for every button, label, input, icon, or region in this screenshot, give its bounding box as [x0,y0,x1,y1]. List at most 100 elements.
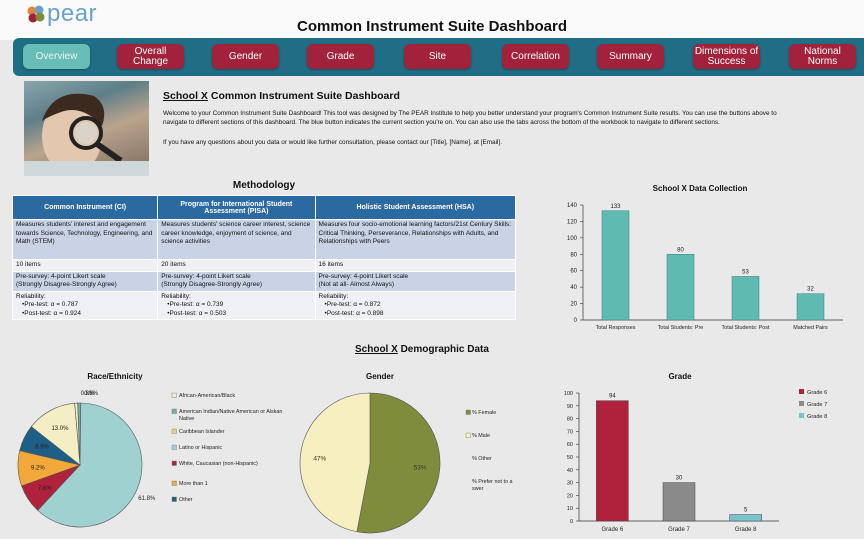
gender-data-label: 47% [313,455,326,462]
data-collection-chart: 0 20 40 60 80 100 120 140 133 Total Responses 80 To… [567,203,843,331]
y-tick-label: 100 [567,236,578,242]
y-tick-label: 20 [570,302,577,308]
y-tick-label: 50 [567,455,573,461]
grade-bar-chart: 0 10 20 30 40 50 60 70 80 90 100 94 Grade 6 30 Grade 7… [564,389,827,533]
nav-national-norms-button[interactable]: National Norms [789,44,856,69]
data-label: 30 [676,476,683,482]
gender-legend-label: % Male [472,433,490,439]
category-label: Matched Pairs [793,325,828,331]
grade-legend-label: Grade 6 [807,390,827,396]
y-tick-label: 0 [570,519,573,525]
race-legend-label-cont: Native [179,416,194,422]
race-legend-label: White, Caucasian (non-Hispanic) [179,461,258,467]
category-label: Grade 8 [735,527,757,533]
bar [596,400,629,522]
nav-overall-change-button[interactable]: Overall Change [117,44,184,69]
data-label: 5 [744,508,748,514]
data-collection-title: School X Data Collection [652,184,748,193]
gender-legend-swatch [465,432,471,438]
nav-correlation-button[interactable]: Correlation [502,44,569,69]
nav-summary-button[interactable]: Summary [597,44,664,69]
nav-site-button[interactable]: Site [404,44,471,69]
intro-line-1: Welcome to your Common Instrument Suite … [163,110,777,117]
race-data-label: 61.8% [138,496,156,502]
race-legend-label: Caribbean Islander [179,429,225,435]
race-legend-swatch [171,480,177,486]
nav-overview-button[interactable]: Overview [23,44,90,69]
hsa-scale-2: (Not at all- Almost Always) [318,281,395,288]
pisa-scale-2: (Strongly Disagree-Strongly Agree) [161,281,262,288]
gender-pie-chart: 53% 47% % Female % Male % Other % Prefer not … [299,392,512,534]
pisa-pre: •Pre-test: α = 0.739 [167,301,224,308]
pisa-scale-1: Pre-survey: 4-point Likert scale [161,272,251,280]
pisa-scale: Pre-survey: 4-point Likert scale (Strongl… [157,270,316,292]
demographic-school: School X [355,344,398,355]
hsa-header: Holistic Student Assessment (HSA) [314,195,517,220]
hsa-description: Measures four socio-emotional learning f… [314,219,517,260]
grade-legend-label: Grade 7 [807,402,827,408]
grade-chart-title: Grade [668,372,692,381]
ci-items: 10 items [11,259,159,272]
pisa-description: Measures students' science career intere… [157,219,316,260]
gender-legend-swatch [465,409,471,415]
gender-legend-label: % Prefer not to a [472,479,512,485]
y-tick-label: 100 [564,391,573,397]
nav-dimensions-of-success-button[interactable]: Dimensions of Success [693,44,760,69]
nav-gender-button[interactable]: Gender [212,44,279,69]
race-legend-swatch [171,444,177,450]
y-tick-label: 70 [567,429,573,435]
ci-scale: Pre-survey: 4-point Likert scale (Strongl… [11,270,159,292]
hsa-items: 16 items [314,259,517,272]
category-label: Total Students: Pre [658,325,704,331]
ci-scale-2: (Strongly Disagree-Strongly Agree) [16,281,117,288]
race-legend-label: Other [179,497,193,503]
ci-post: •Post-test: α = 0.924 [22,309,81,317]
race-pie-chart: 0.8%0.8%61.8%7.6%9.2%6.9%13.0%African-Am… [17,391,282,528]
bar [601,210,630,321]
race-legend-label: Latino or Hispanic [179,445,222,451]
nav-grade-button[interactable]: Grade [307,44,374,69]
data-label: 32 [807,287,814,293]
race-data-label: 6.9% [35,445,49,451]
gender-legend-label-cont: swer [472,486,484,492]
ci-reliability-label: Reliability: [16,292,46,300]
gender-legend-label: % Female [472,410,496,416]
intro-line-2: navigate to different sections of this d… [163,119,720,126]
race-legend-label: African-American/Black [179,393,235,399]
student-photo [24,81,149,176]
page-title: Common Instrument Suite Dashboard [296,18,568,35]
hsa-reliability-label: Reliability: [318,292,349,300]
hsa-scale: Pre-survey: 4-point Likert scale (Not at … [314,270,517,292]
y-tick-label: 0 [574,318,578,324]
race-legend-swatch [171,392,177,398]
gender-data-label: 53% [414,465,427,472]
ci-pre: •Pre-test: α = 0.787 [22,301,79,308]
bar [662,482,696,522]
category-label: Total Students: Post [722,325,770,331]
bar [731,276,760,321]
methodology-title: Methodology [232,180,296,191]
hsa-pre: •Pre-test: α = 0.872 [324,301,381,308]
race-legend-label: American Indian/Native American or Alska… [179,409,282,415]
methodology-table: Common Instrument (CI) Program for Inter… [11,195,517,320]
y-tick-label: 10 [567,506,573,512]
y-tick-label: 30 [567,481,573,487]
grade-legend-swatch [799,413,804,418]
pisa-reliability: Reliability: •Pre-test: α = 0.739 •Post-te… [157,290,316,320]
hsa-reliability: Reliability: •Pre-test: α = 0.872 •Post-te… [314,290,517,320]
school-name: School X [163,90,208,102]
pisa-post: •Post-test: α = 0.503 [167,309,227,317]
race-legend-swatch [171,408,177,414]
data-label: 80 [677,247,684,253]
hsa-scale-1: Pre-survey: 4-point Likert scale [318,272,409,280]
race-chart-title: Race/Ethnicity [87,372,143,381]
gender-slice [299,392,371,533]
race-data-label: 7.6% [38,486,52,492]
race-data-label: 9.2% [31,465,45,471]
race-legend-label: More than 1 [179,481,208,487]
pisa-reliability-label: Reliability: [161,292,191,300]
intro-contact: If you have any questions about you data… [163,139,503,146]
y-tick-label: 20 [567,493,573,499]
data-label: 94 [609,394,616,400]
ci-scale-1: Pre-survey: 4-point Likert scale [16,272,106,280]
